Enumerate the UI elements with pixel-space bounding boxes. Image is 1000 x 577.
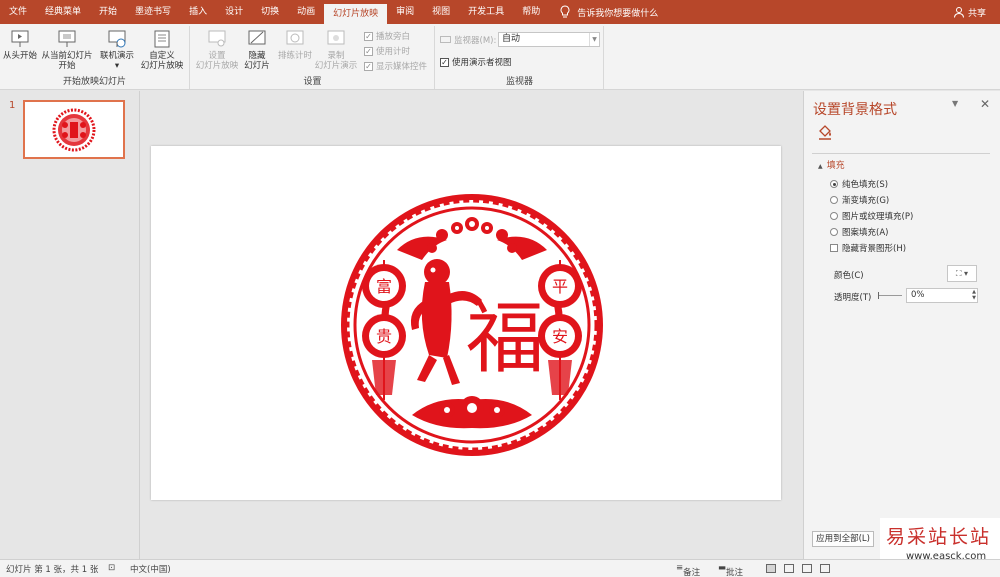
lantern-char-an: 安	[552, 327, 568, 346]
group-label-start: 开始放映幻灯片	[62, 77, 126, 87]
slide-thumbnail[interactable]	[23, 100, 125, 159]
transparency-slider[interactable]	[878, 292, 902, 299]
record-icon	[327, 30, 345, 45]
format-background-pane: 设置背景格式 ▼ ✕ ▲ 填充 纯色填充(S) 渐变填充(G) 图片或纹理填充(P…	[803, 91, 1000, 559]
lantern-char-fu: 富	[376, 277, 392, 296]
record-slide-show-button[interactable]: 录制 幻灯片演示	[311, 28, 361, 71]
solid-fill-radio[interactable]: 纯色填充(S)	[830, 178, 888, 190]
tab-classic-menu[interactable]: 经典菜单	[36, 0, 90, 24]
watermark-title: 易采站长站	[886, 526, 992, 548]
lantern-char-gui: 贵	[376, 327, 392, 346]
color-picker-button[interactable]: ⛶ ▾	[947, 265, 977, 282]
slide-count-status: 幻灯片 第 1 张，共 1 张	[6, 565, 99, 575]
paint-bucket-small-icon: ⛶	[955, 268, 962, 278]
group-label-monitors: 监视器	[505, 77, 533, 87]
chevron-down-icon: ▼	[589, 33, 599, 46]
slide-canvas[interactable]: 富 贵 平 安 福	[151, 146, 781, 500]
setup-show-icon	[208, 30, 226, 47]
slide-show-view-icon[interactable]	[820, 564, 830, 573]
pattern-fill-radio[interactable]: 图案填充(A)	[830, 226, 888, 238]
language-status[interactable]: 中文(中国)	[130, 563, 171, 575]
show-media-controls-checkbox[interactable]: ✓ 显示媒体控件	[364, 60, 427, 72]
person-icon	[953, 7, 964, 18]
ribbon: 从头开始 从当前幻灯片 开始 联机演示 ▾ 自定义 幻灯片放映 开始放映幻灯片 …	[0, 24, 1000, 90]
pane-divider	[812, 153, 990, 154]
spellcheck-icon[interactable]: ⊡	[108, 563, 115, 573]
tab-view[interactable]: 视图	[423, 0, 459, 24]
fu-character: 福	[466, 294, 544, 384]
papercut-artwork: 富 贵 平 安 福	[341, 194, 603, 456]
normal-view-icon[interactable]	[766, 564, 776, 573]
setup-slide-show-button[interactable]: 设置 幻灯片放映	[193, 28, 241, 71]
rehearse-timings-button[interactable]: 排练计时	[275, 28, 315, 61]
transparency-input[interactable]: 0% ▲ ▼	[906, 288, 978, 303]
slide-thumbnails-pane: 1	[0, 91, 140, 559]
slide-editing-area: 富 贵 平 安 福	[141, 91, 803, 559]
apply-to-all-button[interactable]: 应用到全部(L)	[812, 531, 874, 547]
custom-show-icon	[154, 30, 170, 48]
tab-insert[interactable]: 插入	[180, 0, 216, 24]
tell-me-text: 告诉我你想要做什么	[577, 8, 659, 19]
monitor-select[interactable]: 自动 ▼	[498, 32, 600, 47]
group-monitors: 监视器(M): 自动 ▼ ✓ 使用演示者视图 监视器	[436, 26, 604, 89]
tab-slide-show[interactable]: 幻灯片放映	[324, 4, 388, 24]
hide-slide-icon	[248, 30, 266, 45]
tab-ink[interactable]: 墨迹书写	[126, 0, 180, 24]
fill-section-header[interactable]: ▲ 填充	[818, 158, 845, 171]
picture-fill-radio[interactable]: 图片或纹理填充(P)	[830, 210, 913, 222]
tab-review[interactable]: 审阅	[387, 0, 423, 24]
paint-bucket-icon[interactable]	[816, 123, 834, 141]
pane-options-dropdown[interactable]: ▼	[952, 99, 958, 108]
tab-home[interactable]: 开始	[90, 0, 126, 24]
monitor-icon	[440, 35, 451, 43]
pane-title: 设置背景格式	[813, 102, 897, 118]
from-current-icon	[58, 30, 76, 47]
tab-transitions[interactable]: 切换	[252, 0, 288, 24]
color-label: 颜色(C)	[834, 271, 864, 281]
tab-design[interactable]: 设计	[216, 0, 252, 24]
from-beginning-button[interactable]: 从头开始	[2, 28, 38, 61]
lantern-char-ping: 平	[552, 277, 568, 296]
collapse-triangle-icon: ▲	[818, 163, 823, 170]
custom-slide-show-button[interactable]: 自定义 幻灯片放映	[138, 28, 186, 71]
group-setup: 设置 幻灯片放映 隐藏 幻灯片 排练计时 录制 幻灯片演示 ✓ 播放旁白 ✓ 使用计…	[191, 26, 435, 89]
present-online-icon	[108, 30, 126, 48]
thumbnail-number: 1	[9, 100, 16, 111]
tell-me-box[interactable]: 告诉我你想要做什么	[559, 5, 658, 19]
presenter-view-checkbox[interactable]: ✓ 使用演示者视图	[440, 56, 512, 68]
reading-view-icon[interactable]	[802, 564, 812, 573]
thumbnail-papercut-image	[52, 108, 96, 151]
status-bar: 幻灯片 第 1 张，共 1 张 ⊡ 中文(中国) ≡ 备注 ▬ 批注	[0, 559, 1000, 577]
spin-arrows-icon[interactable]: ▲ ▼	[972, 289, 976, 301]
share-label: 共享	[967, 8, 986, 19]
rehearse-icon	[286, 30, 304, 45]
play-narrations-checkbox[interactable]: ✓ 播放旁白	[364, 30, 410, 42]
tab-animations[interactable]: 动画	[288, 0, 324, 24]
comments-button[interactable]: ▬ 批注	[718, 563, 743, 577]
close-icon[interactable]: ✕	[980, 97, 990, 111]
hide-background-graphics-checkbox[interactable]: 隐藏背景图形(H)	[830, 242, 906, 254]
group-start-slide-show: 从头开始 从当前幻灯片 开始 联机演示 ▾ 自定义 幻灯片放映 开始放映幻灯片	[0, 26, 190, 89]
transparency-label: 透明度(T)	[834, 293, 872, 303]
tab-developer[interactable]: 开发工具	[459, 0, 513, 24]
tab-file[interactable]: 文件	[0, 0, 36, 24]
monkey-eye	[430, 267, 436, 273]
from-current-slide-button[interactable]: 从当前幻灯片 开始	[40, 28, 94, 71]
present-online-button[interactable]: 联机演示 ▾	[97, 28, 137, 71]
gradient-fill-radio[interactable]: 渐变填充(G)	[830, 194, 889, 206]
ribbon-tab-bar: 文件 经典菜单 开始 墨迹书写 插入 设计 切换 动画 幻灯片放映 审阅 视图 …	[0, 0, 1000, 24]
hide-slide-button[interactable]: 隐藏 幻灯片	[239, 28, 275, 71]
group-label-setup: 设置	[303, 77, 322, 87]
tab-help[interactable]: 帮助	[513, 0, 549, 24]
lightbulb-icon	[560, 5, 570, 18]
slide-sorter-view-icon[interactable]	[784, 564, 794, 573]
use-timings-checkbox[interactable]: ✓ 使用计时	[364, 45, 410, 57]
share-button[interactable]: 共享	[953, 0, 986, 24]
monitor-label: 监视器(M):	[440, 34, 496, 46]
notes-button[interactable]: ≡ 备注	[676, 563, 700, 577]
from-beginning-icon	[11, 30, 29, 47]
